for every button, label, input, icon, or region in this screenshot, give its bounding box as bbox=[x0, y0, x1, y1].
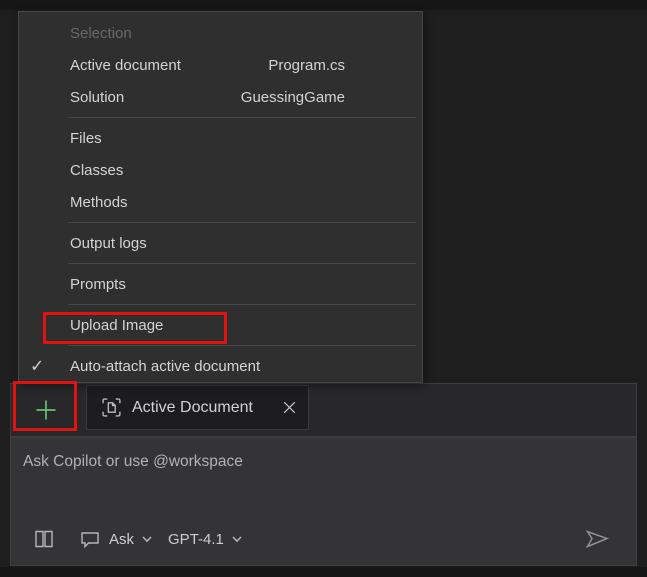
menu-separator bbox=[68, 263, 416, 264]
menu-item-output-logs[interactable]: Output logs bbox=[19, 227, 422, 259]
attachments-bar: Active Document bbox=[10, 383, 637, 437]
model-selector[interactable]: GPT-4.1 bbox=[168, 531, 242, 548]
menu-item-selection[interactable]: Selection bbox=[19, 17, 422, 49]
open-book-icon bbox=[33, 528, 55, 550]
chevron-down-icon bbox=[232, 535, 242, 543]
window-bottom-edge bbox=[0, 567, 647, 577]
attach-context-menu: Selection Active document Program.cs Sol… bbox=[18, 11, 423, 383]
menu-item-prompts[interactable]: Prompts bbox=[19, 268, 422, 300]
menu-item-label: Selection bbox=[70, 25, 132, 42]
menu-item-label: Output logs bbox=[70, 235, 147, 252]
menu-item-active-document[interactable]: Active document Program.cs bbox=[19, 49, 422, 81]
active-document-chip-label: Active Document bbox=[132, 399, 271, 417]
menu-item-solution[interactable]: Solution GuessingGame bbox=[19, 81, 422, 113]
menu-item-label: Active document bbox=[70, 57, 181, 74]
chat-toolbar: Ask GPT-4.1 bbox=[23, 525, 622, 553]
references-button[interactable] bbox=[33, 528, 55, 550]
close-icon[interactable] bbox=[281, 399, 298, 416]
add-context-button[interactable] bbox=[15, 388, 77, 432]
menu-item-methods[interactable]: Methods bbox=[19, 186, 422, 218]
window-top-edge bbox=[0, 0, 647, 10]
menu-item-files[interactable]: Files bbox=[19, 122, 422, 154]
menu-item-label: Solution bbox=[70, 89, 124, 106]
menu-item-label: Files bbox=[70, 130, 102, 147]
menu-item-value: Program.cs bbox=[268, 57, 345, 74]
menu-item-label: Auto-attach active document bbox=[70, 358, 260, 375]
menu-item-value: GuessingGame bbox=[241, 89, 345, 106]
menu-separator bbox=[68, 117, 416, 118]
menu-item-auto-attach[interactable]: ✓ Auto-attach active document bbox=[19, 350, 422, 382]
paper-plane-icon bbox=[583, 526, 611, 552]
chevron-down-icon bbox=[142, 535, 152, 543]
document-frame-icon bbox=[101, 397, 122, 418]
menu-separator bbox=[68, 222, 416, 223]
plus-icon bbox=[33, 397, 59, 423]
menu-item-label: Methods bbox=[70, 194, 128, 211]
menu-separator bbox=[68, 345, 416, 346]
mode-selector[interactable]: Ask bbox=[79, 528, 152, 550]
send-button[interactable] bbox=[583, 526, 611, 552]
speech-bubble-icon bbox=[79, 528, 101, 550]
chat-input[interactable]: Ask Copilot or use @workspace Ask bbox=[10, 437, 637, 566]
chat-input-placeholder: Ask Copilot or use @workspace bbox=[23, 453, 243, 471]
menu-separator bbox=[68, 304, 416, 305]
mode-label: Ask bbox=[109, 531, 134, 548]
active-document-chip[interactable]: Active Document bbox=[86, 385, 309, 430]
menu-item-label: Upload Image bbox=[70, 317, 163, 334]
model-label: GPT-4.1 bbox=[168, 531, 224, 548]
menu-item-label: Prompts bbox=[70, 276, 126, 293]
menu-item-label: Classes bbox=[70, 162, 123, 179]
menu-item-upload-image[interactable]: Upload Image bbox=[19, 309, 422, 341]
menu-item-classes[interactable]: Classes bbox=[19, 154, 422, 186]
checkmark-icon: ✓ bbox=[30, 358, 44, 375]
